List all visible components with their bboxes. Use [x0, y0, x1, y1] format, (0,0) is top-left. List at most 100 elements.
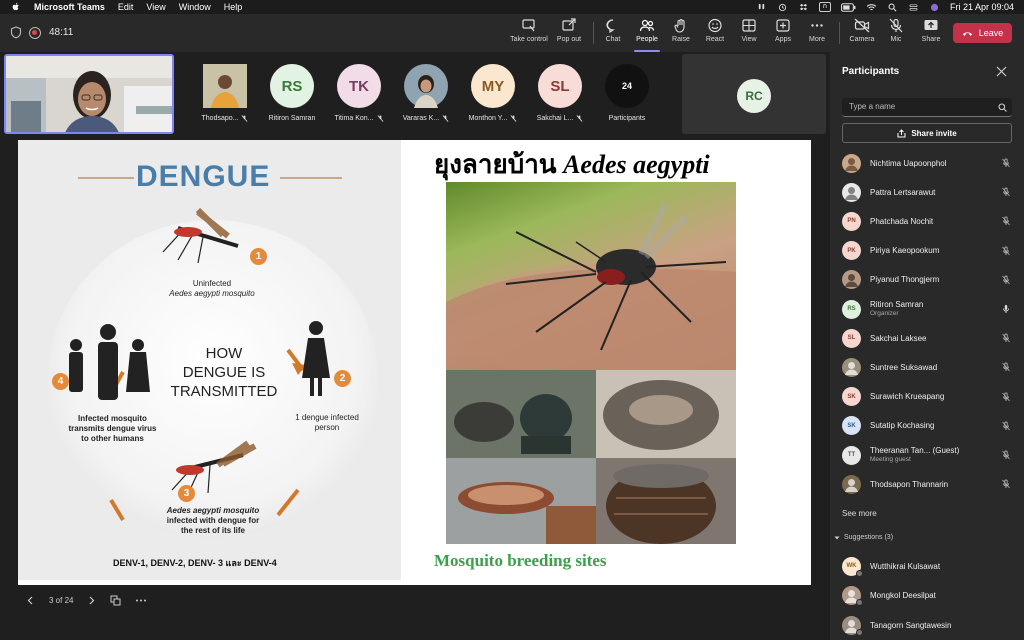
participant-tile[interactable]: SL Sakchai L... — [530, 64, 590, 122]
person-icon — [302, 321, 330, 396]
chevron-down-icon — [834, 536, 840, 539]
camera-off-icon — [854, 18, 870, 33]
more-options-icon[interactable] — [135, 596, 147, 605]
participant-name: Theeranan Tan... (Guest) — [870, 446, 960, 455]
more-button[interactable]: More — [804, 18, 830, 50]
menu-edit[interactable]: Edit — [118, 2, 134, 12]
mic-off-icon — [1002, 246, 1010, 255]
participant-row[interactable]: SK Surawich Krueapang — [842, 386, 1018, 408]
participant-name: Piyanud Thongjerm — [870, 275, 940, 285]
breeding-sites-caption: Mosquito breeding sites — [434, 551, 607, 570]
mic-button[interactable]: Mic — [884, 18, 908, 50]
pop-out-button[interactable]: Pop out — [554, 18, 584, 50]
participant-row[interactable]: Pattra Lertsarawut — [842, 181, 1018, 203]
avatar: TK — [337, 64, 381, 108]
participant-name: Surawich Krueapang — [870, 392, 945, 402]
suggestion-row[interactable]: Tanagorn Sangtawesin — [842, 614, 1018, 636]
mic-off-icon — [1002, 333, 1010, 343]
toolbar-divider — [593, 22, 594, 44]
react-button[interactable]: React — [702, 18, 728, 50]
leave-button[interactable]: Leave — [953, 23, 1012, 43]
menu-window[interactable]: Window — [179, 2, 211, 12]
airpods-icon[interactable] — [756, 3, 767, 12]
participant-tile[interactable]: RS Ritiron Samran — [262, 64, 322, 122]
next-slide-icon[interactable] — [87, 596, 96, 605]
pop-out-icon — [562, 18, 576, 31]
menu-help[interactable]: Help — [224, 2, 243, 12]
self-video-tile[interactable] — [4, 54, 174, 134]
share-invite-button[interactable]: Share invite — [842, 123, 1012, 143]
mosquito-photo — [446, 182, 736, 370]
meeting-timer: 48:11 — [49, 27, 74, 38]
chat-button[interactable]: Chat — [600, 18, 626, 50]
step-number: 3 — [178, 485, 195, 502]
participant-row[interactable]: PN Phatchada Nochit — [842, 210, 1018, 232]
avatar — [404, 64, 448, 108]
view-button[interactable]: View — [736, 18, 762, 50]
control-center-icon[interactable] — [908, 3, 919, 12]
participant-row[interactable]: SL Sakchai Laksee — [842, 327, 1018, 349]
avatar — [842, 182, 861, 202]
participant-row[interactable]: Nichtima Uapoonphol — [842, 152, 1018, 174]
wifi-icon[interactable] — [866, 3, 877, 12]
avatar — [842, 474, 861, 494]
spotlight-search-icon[interactable] — [887, 3, 898, 12]
avatar-photo — [845, 157, 858, 171]
suggestion-row[interactable]: Mongkol Deesilpat — [842, 585, 1018, 607]
previous-slide-icon[interactable] — [26, 596, 35, 605]
people-button[interactable]: People — [634, 18, 660, 52]
close-icon[interactable] — [996, 66, 1007, 77]
mosquito-icon — [162, 207, 239, 264]
step-number: 1 — [250, 248, 267, 265]
battery-icon[interactable] — [840, 2, 856, 12]
take-control-button[interactable]: Take control — [509, 18, 549, 50]
participant-name: Sutatip Kochasing — [870, 421, 935, 431]
input-source-indicator[interactable]: ก — [818, 2, 831, 12]
mic-off-icon — [510, 115, 517, 122]
menu-clock[interactable]: Fri 21 Apr 09:04 — [950, 2, 1014, 12]
mic-off-icon — [1002, 421, 1010, 431]
chat-icon — [606, 19, 615, 33]
phone-hangup-icon — [962, 31, 972, 36]
raise-hand-button[interactable]: Raise — [668, 18, 694, 50]
participant-row[interactable]: Suntree Suksawad — [842, 356, 1018, 378]
participant-row[interactable]: PK Piriya Kaeopookum — [842, 240, 1018, 262]
apps-button[interactable]: Apps — [770, 18, 796, 50]
participant-row[interactable]: Thodsapon Thannarin — [842, 473, 1018, 495]
participant-name: Nichtima Uapoonphol — [870, 158, 947, 168]
time-machine-icon[interactable] — [777, 3, 788, 12]
mic-off-icon — [889, 18, 903, 33]
avatar: PK — [842, 241, 861, 261]
participant-row[interactable]: SK Sutatip Kochasing — [842, 415, 1018, 437]
participant-row[interactable]: RS Ritiron Samran Organizer — [842, 298, 1018, 320]
participants-overflow-tile[interactable]: 24 Participants — [597, 64, 657, 122]
shield-icon[interactable] — [10, 26, 22, 39]
participant-name: Piriya Kaeopookum — [870, 246, 940, 256]
presence-badge — [856, 569, 863, 577]
slide-title: ยุงลายบ้าน Aedes aegypti — [434, 150, 710, 179]
siri-icon[interactable] — [929, 3, 940, 12]
meeting-stage: Thodsapo... RS Ritiron Samran TK Titima … — [0, 52, 830, 640]
avatar — [842, 357, 861, 377]
share-button[interactable]: Share — [917, 18, 945, 50]
participant-tile[interactable]: TK Titima Kon... — [329, 64, 389, 122]
suggestion-row[interactable]: WK Wutthikrai Kulsawat — [842, 555, 1018, 577]
shared-slide[interactable]: DENGUE 1 2 3 4 Uninfected Aedes aegypti … — [18, 140, 811, 585]
see-more-link[interactable]: See more — [842, 509, 877, 518]
suggestions-toggle[interactable]: Suggestions (3) — [834, 534, 893, 541]
mic-off-icon — [442, 115, 449, 122]
menu-app-name[interactable]: Microsoft Teams — [34, 2, 105, 12]
participant-tile-rc[interactable]: RC — [682, 54, 826, 134]
camera-button[interactable]: Camera — [848, 18, 876, 50]
presence-badge — [856, 628, 863, 636]
participant-search-input[interactable]: Type a name — [842, 98, 1012, 117]
participant-tile[interactable]: Thodsapo... — [195, 64, 255, 122]
menu-view[interactable]: View — [146, 2, 165, 12]
slides-grid-icon[interactable] — [110, 595, 121, 606]
participant-row[interactable]: TT Theeranan Tan... (Guest) Meeting guest — [842, 444, 1018, 466]
participant-row[interactable]: Piyanud Thongjerm — [842, 269, 1018, 291]
participant-tile[interactable]: MY Monthon Y... — [463, 64, 523, 122]
dropbox-icon[interactable] — [798, 3, 809, 12]
participant-tile[interactable]: Vararas K... — [396, 64, 456, 122]
apple-icon[interactable] — [10, 2, 22, 12]
